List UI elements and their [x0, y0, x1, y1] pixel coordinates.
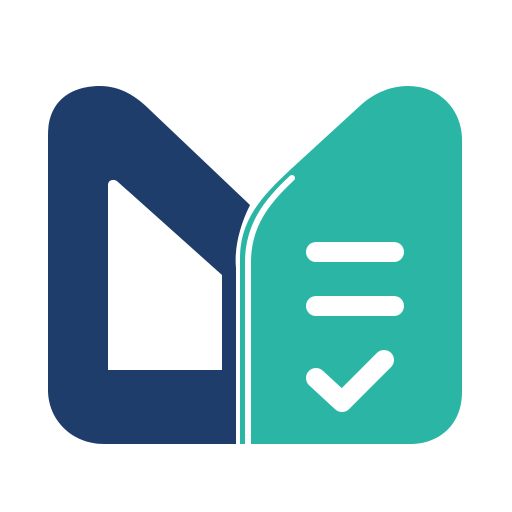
m-document-check-logo-icon [48, 86, 462, 447]
logo-canvas [0, 0, 512, 512]
navy-m-stroke [48, 86, 250, 444]
